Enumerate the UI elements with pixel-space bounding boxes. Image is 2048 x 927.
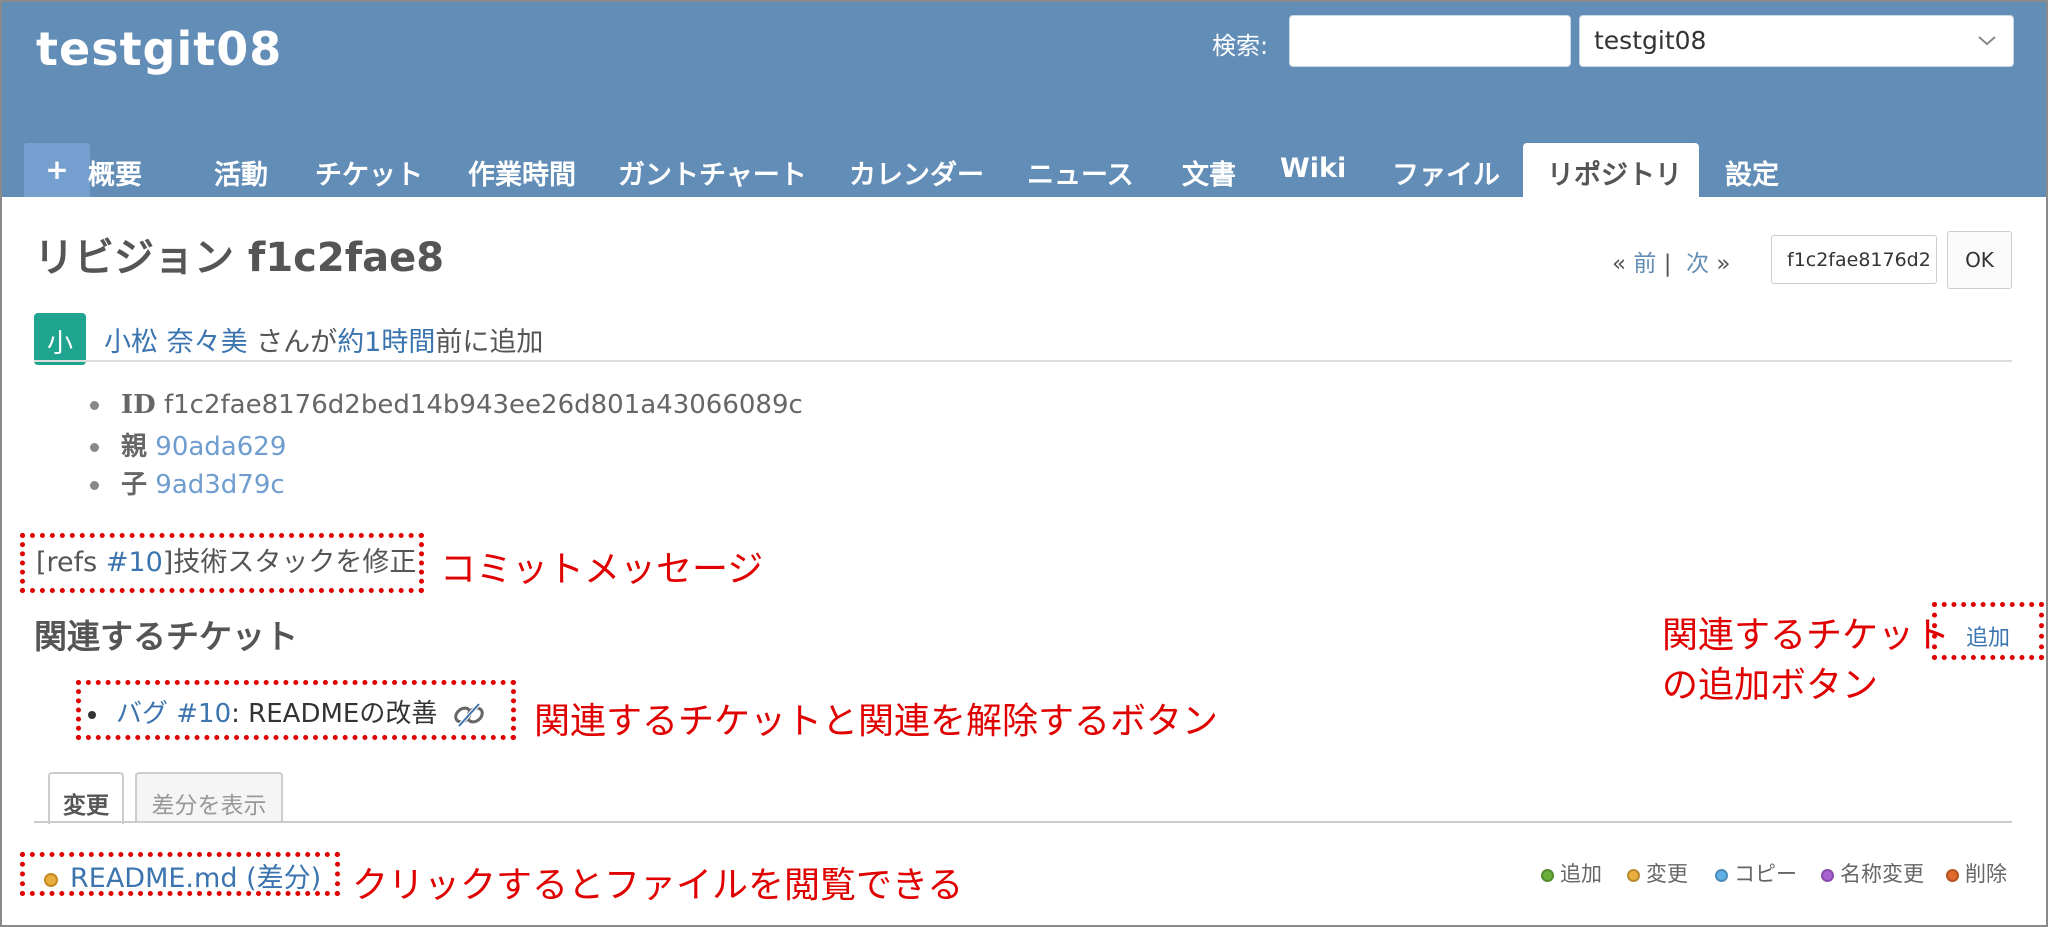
annotation-box-unlink — [76, 680, 516, 740]
tab-changes[interactable]: 変更 — [48, 772, 124, 824]
legend-copied: コピー — [1715, 858, 1797, 888]
author-text-end: 前に追加 — [435, 327, 544, 358]
legend-deleted: 削除 — [1946, 858, 2007, 888]
tab-issues[interactable]: チケット — [315, 143, 423, 197]
tabs-divider — [34, 821, 2012, 823]
prev-revision-link[interactable]: 前 — [1633, 251, 1656, 277]
author-link[interactable]: 小松 奈々美 — [104, 327, 248, 358]
next-arrow: » — [1716, 251, 1731, 277]
id-value: f1c2fae8176d2bed14b943ee26d801a43066089c — [163, 390, 803, 420]
avatar: 小 — [34, 313, 86, 365]
search-label: 検索: — [1212, 32, 1269, 60]
legend-added: 追加 — [1541, 858, 1602, 888]
project-select-value: testgit08 — [1594, 26, 1707, 55]
child-item: 子 9ad3d79c — [90, 464, 285, 501]
prev-arrow: « — [1612, 251, 1627, 277]
tab-new[interactable]: + — [24, 143, 90, 197]
annotation-box-commit — [20, 533, 424, 593]
id-label: ID — [121, 390, 156, 420]
annotation-add-line2: の追加ボタン — [1662, 665, 1879, 706]
related-issues-heading: 関連するチケット — [34, 617, 298, 656]
copied-dot-icon — [1715, 868, 1728, 882]
author-text-mid: さんが — [247, 327, 338, 358]
tab-overview[interactable]: 概要 — [88, 143, 142, 197]
bullet — [90, 481, 99, 490]
annotation-file: クリックするとファイルを閲覧できる — [352, 865, 964, 906]
deleted-dot-icon — [1946, 868, 1959, 882]
legend-modified: 変更 — [1627, 858, 1688, 888]
tab-calendar[interactable]: カレンダー — [849, 143, 984, 197]
divider — [34, 360, 2012, 362]
author-line: 小松 奈々美 さんが約1時間前に追加 — [104, 320, 543, 359]
nav-separator: | — [1663, 251, 1672, 277]
added-dot-icon — [1541, 868, 1554, 882]
legend-added-label: 追加 — [1560, 862, 1602, 886]
legend-modified-label: 変更 — [1646, 862, 1688, 886]
annotation-commit: コミットメッセージ — [440, 549, 764, 590]
legend-deleted-label: 削除 — [1965, 862, 2007, 886]
renamed-dot-icon — [1821, 868, 1834, 882]
next-revision-link[interactable]: 次 — [1686, 251, 1709, 277]
parent-label: 親 — [121, 432, 148, 462]
child-label: 子 — [121, 470, 148, 500]
tab-activity[interactable]: 活動 — [214, 143, 268, 197]
tab-time-entries[interactable]: 作業時間 — [468, 143, 576, 197]
modified-dot-icon — [1627, 868, 1640, 882]
legend-renamed: 名称変更 — [1821, 858, 1924, 888]
parent-link[interactable]: 90ada629 — [155, 432, 286, 462]
tab-wiki[interactable]: Wiki — [1280, 143, 1346, 197]
tab-news[interactable]: ニュース — [1027, 143, 1134, 197]
revision-id-item: ID f1c2fae8176d2bed14b943ee26d801a430660… — [90, 390, 803, 420]
project-header: testgit08 検索: testgit08 + 概要 活動 チケット 作業時… — [2, 2, 2046, 197]
ok-button[interactable]: OK — [1947, 231, 2012, 289]
page-title: リビジョン f1c2fae8 — [34, 235, 445, 281]
annotation-unlink: 関連するチケットと関連を解除するボタン — [534, 701, 1219, 742]
tab-show-diff[interactable]: 差分を表示 — [135, 772, 283, 822]
legend-copied-label: コピー — [1734, 862, 1797, 886]
bullet — [90, 443, 99, 452]
tab-documents[interactable]: 文書 — [1182, 143, 1236, 197]
search-input[interactable] — [1289, 15, 1571, 67]
project-title[interactable]: testgit08 — [36, 22, 282, 76]
tab-repository[interactable]: リポジトリ — [1523, 143, 1699, 197]
annotation-add-line1: 関連するチケット — [1662, 615, 1951, 656]
tab-files[interactable]: ファイル — [1392, 143, 1500, 197]
tab-settings[interactable]: 設定 — [1725, 143, 1779, 197]
time-link[interactable]: 約1時間 — [337, 327, 435, 358]
chevron-down-icon — [1978, 36, 1996, 46]
legend-renamed-label: 名称変更 — [1840, 862, 1924, 886]
parent-item: 親 90ada629 — [90, 426, 286, 463]
revision-nav: « 前 | 次 » — [1612, 244, 1730, 278]
annotation-box-file — [20, 852, 340, 896]
project-jump-select[interactable]: testgit08 — [1579, 15, 2014, 67]
revision-input[interactable]: f1c2fae8176d2 — [1771, 235, 1937, 284]
tab-gantt[interactable]: ガントチャート — [618, 143, 807, 197]
child-link[interactable]: 9ad3d79c — [155, 470, 284, 500]
bullet — [90, 401, 99, 410]
